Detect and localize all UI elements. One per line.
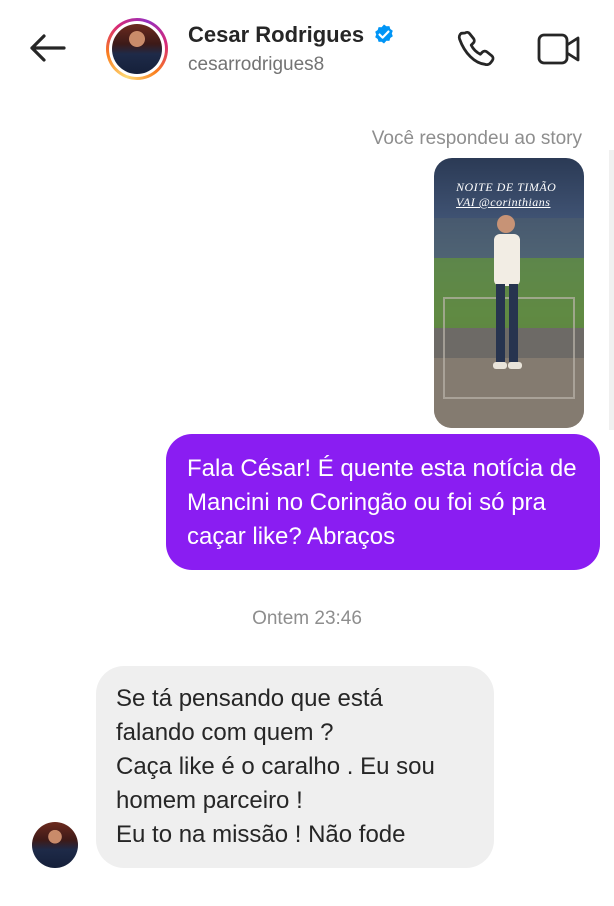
verified-badge-icon — [375, 24, 393, 44]
received-message-line: homem parceiro ! — [116, 787, 303, 814]
username: cesarrodrigues8 — [188, 54, 325, 75]
received-message-line: Caça like é o caralho . Eu sou — [116, 753, 435, 780]
display-name: Cesar Rodrigues — [188, 22, 365, 47]
voice-call-button[interactable] — [456, 28, 498, 70]
received-message-line: Se tá pensando que está — [116, 685, 383, 712]
story-caption-line1: NOITE DE TIMÃO — [456, 180, 557, 194]
received-message-line: falando com quem ? — [116, 719, 334, 746]
story-caption-line2: VAI @corinthians — [456, 195, 551, 209]
profile-avatar[interactable] — [106, 18, 168, 80]
video-camera-icon — [537, 33, 580, 65]
scroll-indicator — [609, 150, 614, 430]
received-message-line: Eu to na missão ! Não fode — [116, 821, 406, 848]
received-message[interactable]: Se tá pensando que está falando com quem… — [96, 666, 494, 868]
arrow-left-icon — [30, 34, 66, 62]
phone-icon — [457, 30, 495, 67]
story-thumbnail[interactable]: NOITE DE TIMÃO VAI @corinthians — [434, 158, 584, 428]
profile-name-block[interactable]: Cesar Rodrigues cesarrodrigues8 — [188, 22, 396, 76]
avatar-image — [112, 24, 162, 74]
message-timestamp: Ontem 23:46 — [252, 608, 362, 629]
video-call-button[interactable] — [536, 30, 582, 68]
story-reply-label: Você respondeu ao story — [371, 128, 582, 149]
sender-avatar[interactable] — [32, 822, 78, 868]
sent-message[interactable]: Fala César! É quente esta notícia de Man… — [166, 434, 600, 570]
back-button[interactable] — [24, 28, 72, 68]
story-caption: NOITE DE TIMÃO VAI @corinthians — [456, 180, 556, 210]
chat-header: Cesar Rodrigues cesarrodrigues8 — [0, 0, 614, 100]
